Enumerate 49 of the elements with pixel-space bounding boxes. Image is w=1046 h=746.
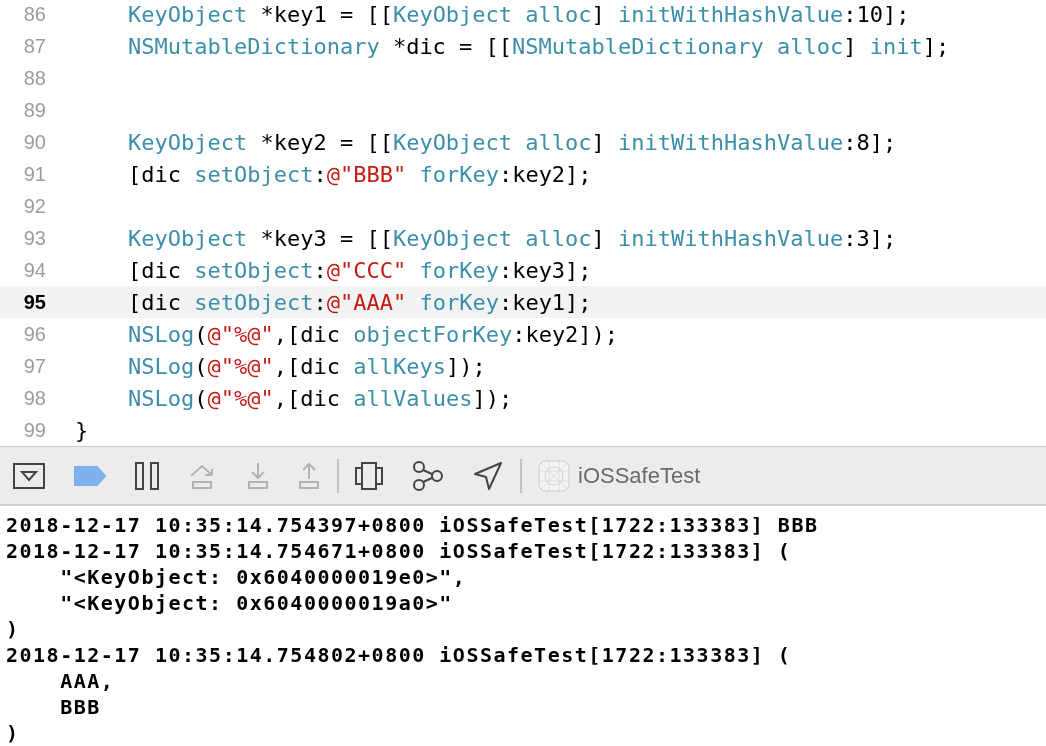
console-line: 2018-12-17 10:35:14.754671+0800 iOSSafeTest[1722:133383] ( [6,538,793,564]
line-number: 99 [22,418,46,442]
code-line: [dic setObject:@"CCC" forKey:key3]; [126,257,592,283]
code-line: NSLog(@"%@",[dic objectForKey:key2]); [126,321,619,347]
layers-icon [355,461,383,490]
code-line: NSMutableDictionary *dic = [[NSMutableDictionary alloc] init]; [126,33,950,59]
code-line: NSLog(@"%@",[dic allKeys]); [126,353,486,379]
line-number: 98 [22,386,46,410]
code-line: NSLog(@"%@",[dic allValues]); [126,385,513,411]
line-number: 93 [22,226,46,250]
pause-button[interactable] [135,461,159,490]
line-number: 91 [22,162,46,186]
line-number: 95 [22,290,46,314]
line-number: 97 [22,354,46,378]
console-line: ) [6,720,21,746]
console-line: BBB [59,694,102,720]
memory-graph-button[interactable] [412,460,444,491]
console-line: 2018-12-17 10:35:14.754397+0800 iOSSafeTest[1722:133383] BBB [6,512,820,538]
console-line: ) [6,616,21,642]
panel-toggle-icon [13,462,45,489]
location-button[interactable] [473,460,503,491]
line-number: 87 [22,34,46,58]
step-into-icon [247,461,269,490]
line-number: 92 [22,194,46,218]
target-name: iOSSafeTest [578,462,701,489]
console-line: AAA, [59,668,116,694]
nodes-icon [412,460,444,491]
breakpoint-icon [74,465,106,486]
console-line: "<KeyObject: 0x6040000019a0>" [59,590,454,616]
code-line: KeyObject *key2 = [[KeyObject alloc] initWithHashValue:8]; [126,129,897,155]
line-number: 94 [22,258,46,282]
code-line: [dic setObject:@"AAA" forKey:key1]; [126,289,592,315]
console-line: 2018-12-17 10:35:14.754802+0800 iOSSafeTest[1722:133383] ( [6,642,793,668]
line-number: 88 [22,66,46,90]
location-arrow-icon [473,460,503,491]
app-icon [538,459,570,492]
hide-console-button[interactable] [13,462,45,489]
step-out-icon [298,461,320,490]
line-number: 86 [22,2,46,26]
code-line: [dic setObject:@"BBB" forKey:key2]; [126,161,592,187]
code-line: KeyObject *key1 = [[KeyObject alloc] initWithHashValue:10]; [126,1,910,27]
console-line: "<KeyObject: 0x6040000019e0>", [59,564,468,590]
code-line: KeyObject *key3 = [[KeyObject alloc] initWithHashValue:3]; [126,225,897,251]
line-number: 96 [22,322,46,346]
code-line: } [75,417,89,443]
line-number: 90 [22,130,46,154]
view-debugger-button[interactable] [355,461,383,490]
line-number: 89 [22,98,46,122]
pause-icon [135,461,159,490]
